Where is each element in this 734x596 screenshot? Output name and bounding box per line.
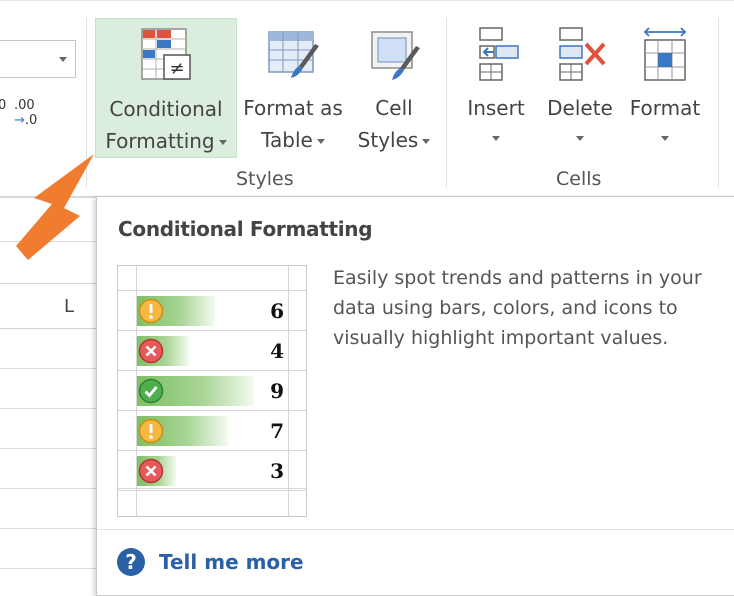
svg-text:≠: ≠ [169, 58, 184, 79]
tooltip-divider [97, 529, 734, 530]
chevron-down-icon [218, 140, 227, 145]
preview-row: 7 [118, 412, 306, 451]
callout-arrow-icon [16, 154, 94, 260]
format-as-table-button[interactable]: Format as Table [238, 18, 348, 158]
increase-decimal-button[interactable]: .00 →.0 [14, 98, 37, 128]
preview-row: 6 [118, 292, 306, 331]
preview-row: 4 [118, 332, 306, 371]
cell-styles-label-2: Styles [350, 128, 438, 152]
conditional-formatting-button[interactable]: ≠ Conditional Formatting [95, 18, 237, 158]
tooltip-title: Conditional Formatting [118, 217, 373, 241]
insert-label: Insert [467, 96, 525, 120]
preview-row: 3 [118, 452, 306, 491]
ribbon: 0 .00 →.0 ≠ Conditional Formatting Forma… [0, 0, 734, 197]
format-cells-button[interactable]: Format [622, 18, 708, 158]
format-as-table-icon [268, 31, 319, 78]
tooltip-description: Easily spot trends and patterns in your … [333, 267, 702, 349]
row-line [0, 488, 96, 489]
insert-cells-button[interactable]: Insert [458, 18, 534, 158]
format-as-table-label-2: Table [238, 128, 348, 152]
conditional-formatting-label-2: Formatting [96, 129, 236, 153]
warning-icon [138, 298, 164, 324]
row-line [0, 528, 96, 529]
error-icon [138, 338, 164, 364]
ribbon-border [0, 0, 734, 1]
cells-group-label: Cells [556, 168, 602, 190]
conditional-formatting-label-1: Conditional [109, 97, 223, 121]
decrease-decimal-label: .0 [24, 113, 38, 128]
increase-decimal-label: .00 [14, 98, 35, 113]
chevron-down-icon [316, 139, 325, 144]
number-format-dropdown[interactable] [0, 40, 76, 78]
tell-me-more-link[interactable]: ? Tell me more [117, 547, 304, 577]
tell-me-more-label: Tell me more [159, 550, 304, 574]
chevron-down-icon [661, 136, 669, 141]
column-header-label: L [64, 296, 75, 317]
cell-styles-label-1: Cell [375, 96, 413, 120]
preview-gridline [118, 450, 306, 451]
conditional-formatting-tooltip: Conditional Formatting 6 4 9 7 3 Easily spot… [96, 196, 734, 596]
preview-image: 6 4 9 7 3 [117, 265, 307, 517]
insert-cells-icon [479, 27, 519, 81]
help-icon: ? [117, 548, 145, 576]
preview-value: 4 [270, 339, 284, 363]
cell-styles-icon [371, 31, 420, 80]
decrease-decimal-icon[interactable]: 0 [0, 98, 6, 113]
row-line [0, 568, 96, 569]
format-cells-icon [643, 27, 687, 81]
error-icon [138, 458, 164, 484]
preview-value: 7 [270, 419, 284, 443]
preview-value: 3 [270, 459, 284, 483]
preview-gridline [118, 330, 306, 331]
chevron-down-icon [59, 57, 67, 62]
conditional-formatting-icon: ≠ [141, 28, 191, 80]
row-line [0, 368, 96, 369]
preview-row: 9 [118, 372, 306, 411]
row-line [0, 408, 96, 409]
styles-group-label: Styles [236, 168, 294, 190]
preview-gridline [118, 410, 306, 411]
preview-gridline [118, 370, 306, 371]
check-icon [138, 378, 164, 404]
delete-label: Delete [547, 96, 613, 120]
preview-gridline [118, 290, 306, 291]
chevron-down-icon [422, 139, 431, 144]
delete-cells-button[interactable]: Delete [540, 18, 620, 158]
row-line [0, 448, 96, 449]
chevron-down-icon [576, 136, 584, 141]
group-separator [446, 18, 447, 188]
delete-cells-icon [559, 27, 606, 81]
group-separator [718, 18, 719, 188]
format-as-table-label-1: Format as [243, 96, 343, 120]
chevron-down-icon [492, 136, 500, 141]
preview-gridline [118, 490, 306, 491]
column-header[interactable]: L [0, 283, 96, 329]
preview-value: 9 [270, 379, 284, 403]
warning-icon [138, 418, 164, 444]
format-label: Format [629, 96, 701, 120]
preview-value: 6 [270, 299, 284, 323]
cell-styles-button[interactable]: Cell Styles [350, 18, 438, 158]
